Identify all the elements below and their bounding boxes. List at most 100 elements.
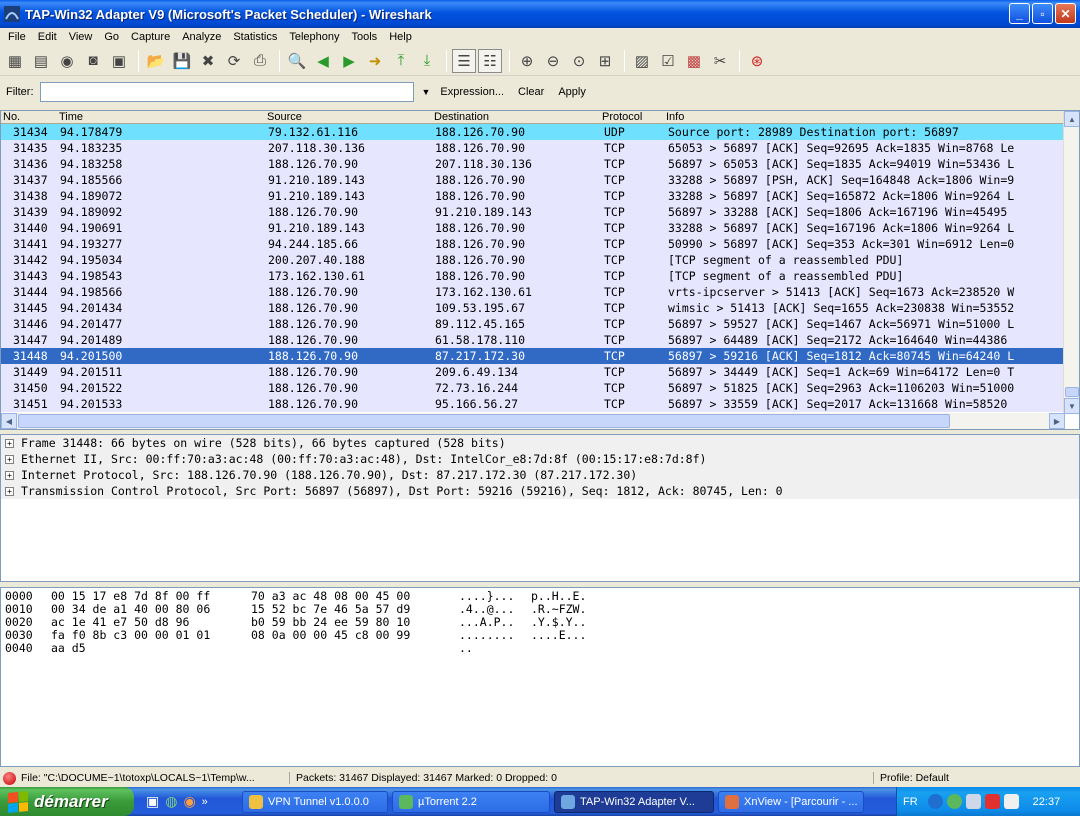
expand-icon[interactable]: + (5, 439, 14, 448)
scroll-right-icon[interactable]: ▶ (1049, 413, 1065, 429)
packet-row[interactable]: 31445 94.201434 188.126.70.90 109.53.195.67… (1, 300, 1065, 316)
packet-row[interactable]: 31451 94.201533 188.126.70.90 95.166.56.27 T… (1, 396, 1065, 412)
tray-chevron-icon[interactable] (927, 794, 943, 809)
colorize-icon[interactable]: ☰ (452, 48, 476, 73)
go-back-icon[interactable]: ◀ (311, 49, 335, 73)
go-last-icon[interactable]: ⤓ (415, 49, 439, 73)
packet-row[interactable]: 31448 94.201500 188.126.70.90 87.217.172.30… (1, 348, 1065, 364)
utorrent-quicklaunch-icon[interactable]: ◍ (165, 793, 177, 810)
auto-scroll-icon[interactable]: ☷ (478, 48, 502, 73)
packet-list-vscroll[interactable]: ▲ ▼ (1063, 111, 1079, 414)
packet-row[interactable]: 31441 94.193277 94.244.185.66 188.126.70.90… (1, 236, 1065, 252)
packet-row[interactable]: 31443 94.198543 173.162.130.61 188.126.70.9… (1, 268, 1065, 284)
tray-app-icon[interactable] (1003, 794, 1019, 809)
save-file-icon[interactable]: 💾 (170, 49, 194, 73)
apply-button[interactable]: Apply (558, 86, 586, 98)
scroll-up-icon[interactable]: ▲ (1064, 111, 1079, 127)
expand-icon[interactable]: + (5, 487, 14, 496)
restart-capture-icon[interactable]: ▣ (107, 49, 131, 73)
display-filters-icon[interactable]: ☑ (656, 49, 680, 73)
packet-row[interactable]: 31437 94.185566 91.210.189.143 188.126.70.9… (1, 172, 1065, 188)
interfaces-icon[interactable]: ▦ (3, 49, 27, 73)
hscroll-thumb[interactable] (18, 414, 950, 428)
expression-button[interactable]: Expression... (440, 86, 504, 98)
tray-utorrent-icon[interactable] (946, 794, 962, 809)
coloring-rules-icon[interactable]: ▩ (682, 49, 706, 73)
go-first-icon[interactable]: ⤒ (389, 49, 413, 73)
preferences-icon[interactable]: ✂ (708, 49, 732, 73)
packet-row[interactable]: 31444 94.198566 188.126.70.90 173.162.130.6… (1, 284, 1065, 300)
minimize-button[interactable]: _ (1009, 3, 1030, 24)
expand-icon[interactable]: + (5, 455, 14, 464)
stop-capture-icon[interactable]: ◙ (81, 49, 105, 73)
menu-telephony[interactable]: Telephony (283, 31, 345, 43)
clear-button[interactable]: Clear (518, 86, 544, 98)
detail-row-ethernet[interactable]: + Ethernet II, Src: 00:ff:70:a3:ac:48 (00… (1, 451, 1079, 467)
packet-row[interactable]: 31439 94.189092 188.126.70.90 91.210.189.14… (1, 204, 1065, 220)
detail-row-tcp[interactable]: + Transmission Control Protocol, Src Port… (1, 483, 1079, 499)
menu-view[interactable]: View (63, 31, 99, 43)
task-vpn-tunnel[interactable]: VPN Tunnel v1.0.0.0 (242, 790, 388, 813)
go-forward-icon[interactable]: ▶ (337, 49, 361, 73)
menu-file[interactable]: File (2, 31, 32, 43)
more-chevron-icon[interactable]: » (202, 796, 208, 808)
vscroll-thumb[interactable] (1065, 387, 1079, 397)
zoom-in-icon[interactable]: ⊕ (515, 49, 539, 73)
menu-go[interactable]: Go (98, 31, 125, 43)
clock[interactable]: 22:37 (1033, 796, 1061, 808)
show-desktop-icon[interactable]: ▣ (146, 793, 159, 810)
go-to-packet-icon[interactable]: ➜ (363, 49, 387, 73)
packet-row[interactable]: 31435 94.183235 207.118.30.136 188.126.70.9… (1, 140, 1065, 156)
column-info[interactable]: Info (666, 111, 684, 124)
menu-statistics[interactable]: Statistics (227, 31, 283, 43)
packet-row[interactable]: 31447 94.201489 188.126.70.90 61.58.178.110… (1, 332, 1065, 348)
filter-input[interactable] (39, 82, 414, 102)
packet-row[interactable]: 31434 94.178479 79.132.61.116 188.126.70.90… (1, 124, 1065, 140)
bytes-row[interactable]: 0030 fa f0 8b c3 00 00 01 01 08 0a 00 00 4… (1, 629, 1079, 642)
help-icon[interactable]: ⊛ (745, 49, 769, 73)
close-file-icon[interactable]: ✖ (196, 49, 220, 73)
scroll-down-icon[interactable]: ▼ (1064, 398, 1079, 414)
packet-row[interactable]: 31449 94.201511 188.126.70.90 209.6.49.134 T… (1, 364, 1065, 380)
detail-row-ip[interactable]: + Internet Protocol, Src: 188.126.70.90 (… (1, 467, 1079, 483)
column-source[interactable]: Source (267, 111, 302, 124)
menu-edit[interactable]: Edit (32, 31, 63, 43)
find-packet-icon[interactable]: 🔍 (285, 49, 309, 73)
capture-filters-icon[interactable]: ▨ (630, 49, 654, 73)
capture-options-icon[interactable]: ▤ (29, 49, 53, 73)
start-capture-icon[interactable]: ◉ (55, 49, 79, 73)
packet-row[interactable]: 31446 94.201477 188.126.70.90 89.112.45.165… (1, 316, 1065, 332)
expand-icon[interactable]: + (5, 471, 14, 480)
bytes-row[interactable]: 0040 aa d5.. (1, 642, 1079, 655)
start-button[interactable]: démarrer (0, 787, 134, 816)
close-button[interactable]: ✕ (1055, 3, 1076, 24)
packet-list-hscroll[interactable]: ◀ ▶ (1, 413, 1065, 429)
maximize-button[interactable]: ▫ (1032, 3, 1053, 24)
column-time[interactable]: Time (59, 111, 83, 124)
tray-network-icon[interactable] (965, 794, 981, 809)
menu-tools[interactable]: Tools (346, 31, 384, 43)
zoom-out-icon[interactable]: ⊖ (541, 49, 565, 73)
zoom-normal-icon[interactable]: ⊙ (567, 49, 591, 73)
packet-row[interactable]: 31450 94.201522 188.126.70.90 72.73.16.244 T… (1, 380, 1065, 396)
status-profile[interactable]: Profile: Default (873, 772, 949, 784)
detail-row-frame[interactable]: + Frame 31448: 66 bytes on wire (528 bits… (1, 435, 1079, 451)
column-protocol[interactable]: Protocol (602, 111, 642, 124)
packet-row[interactable]: 31436 94.183258 188.126.70.90 207.118.30.13… (1, 156, 1065, 172)
expert-info-icon[interactable] (3, 771, 16, 785)
task-wireshark[interactable]: TAP-Win32 Adapter V... (554, 790, 714, 813)
menu-capture[interactable]: Capture (125, 31, 176, 43)
resize-columns-icon[interactable]: ⊞ (593, 49, 617, 73)
task-xnview[interactable]: XnView - [Parcourir - ... (718, 790, 864, 813)
scroll-left-icon[interactable]: ◀ (1, 413, 17, 429)
filter-dropdown-icon[interactable]: ▼ (422, 87, 431, 97)
task-utorrent[interactable]: µTorrent 2.2 (392, 790, 550, 813)
column-no[interactable]: No. (3, 111, 20, 124)
packet-row[interactable]: 31438 94.189072 91.210.189.143 188.126.70.9… (1, 188, 1065, 204)
open-file-icon[interactable]: 📂 (144, 49, 168, 73)
reload-icon[interactable]: ⟳ (222, 49, 246, 73)
packet-row[interactable]: 31442 94.195034 200.207.40.188 188.126.70.9… (1, 252, 1065, 268)
tray-security-icon[interactable] (984, 794, 1000, 809)
column-destination[interactable]: Destination (434, 111, 489, 124)
menu-help[interactable]: Help (383, 31, 418, 43)
